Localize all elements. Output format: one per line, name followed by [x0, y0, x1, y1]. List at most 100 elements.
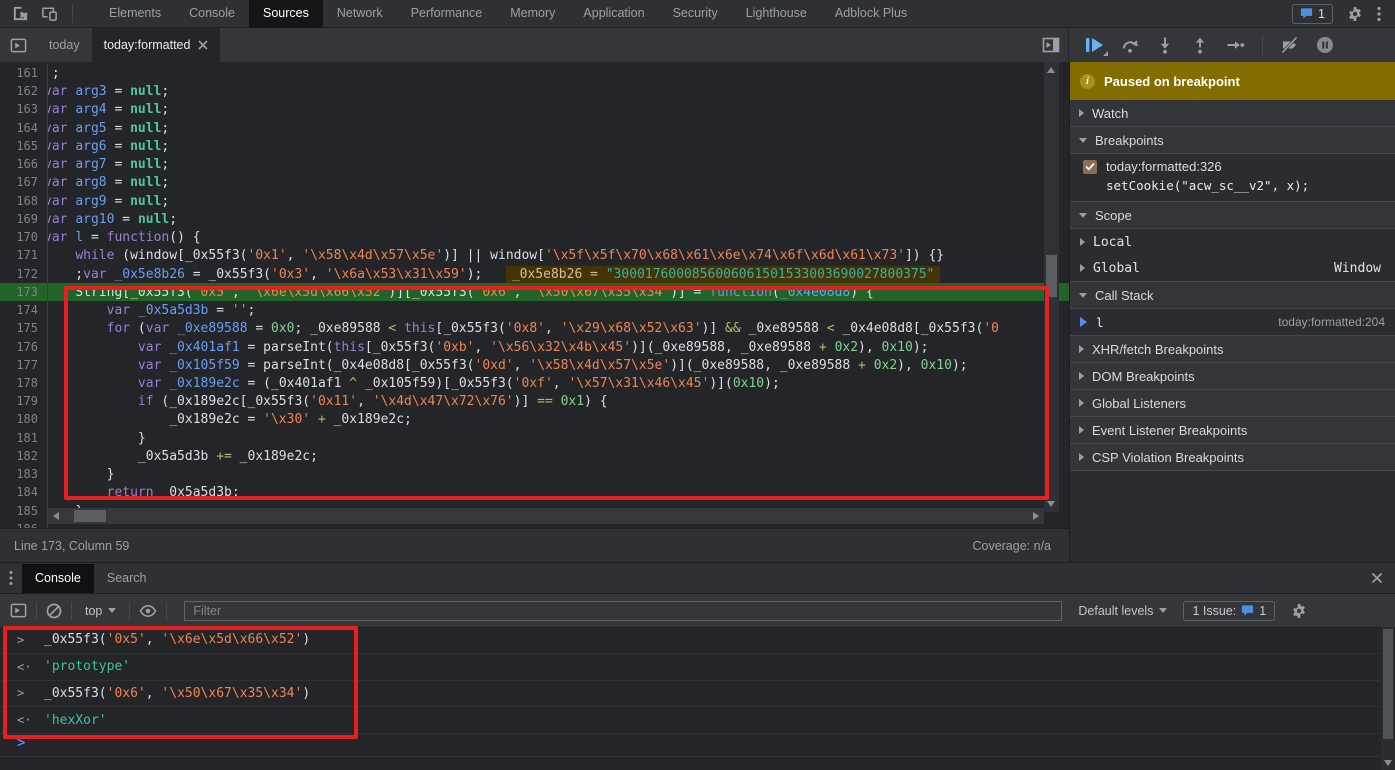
code-line[interactable]: String[_0x55f3('0x5', '\x6e\x5d\x66\x52'…: [48, 283, 1069, 301]
clear-console-icon[interactable]: [46, 603, 62, 619]
console-settings-gear-icon[interactable]: [1291, 603, 1307, 619]
line-number[interactable]: 173: [0, 283, 48, 301]
line-number[interactable]: 179: [0, 392, 48, 410]
sidebar-section-csp-violation-breakpoints[interactable]: CSP Violation Breakpoints: [1070, 444, 1395, 471]
code-line[interactable]: var arg3 = null;: [48, 82, 1069, 100]
code-line[interactable]: var _0x105f59 = parseInt(_0x4e08d8[_0x55…: [48, 356, 1069, 374]
code-line[interactable]: var arg9 = null;: [48, 192, 1069, 210]
sidebar-section-breakpoints[interactable]: Breakpoints: [1070, 127, 1395, 154]
log-levels-selector[interactable]: Default levels: [1078, 604, 1167, 618]
scope-item-global[interactable]: GlobalWindow: [1070, 255, 1395, 281]
line-number[interactable]: 186: [0, 520, 48, 528]
settings-gear-icon[interactable]: [1347, 6, 1363, 22]
step-into-button[interactable]: [1156, 36, 1174, 54]
console-filter-input[interactable]: [184, 601, 1062, 621]
code-line[interactable]: var l = function() {: [48, 228, 1069, 246]
line-number[interactable]: 161: [0, 64, 48, 82]
scrollbar-thumb[interactable]: [74, 510, 106, 522]
step-button[interactable]: [1226, 36, 1245, 54]
close-drawer-icon[interactable]: [1371, 572, 1383, 584]
scroll-left-arrow[interactable]: [53, 512, 59, 520]
console-scrollbar[interactable]: [1381, 627, 1395, 770]
line-number[interactable]: 166: [0, 155, 48, 173]
code-line[interactable]: }: [48, 465, 1069, 483]
scrollbar-thumb[interactable]: [1046, 255, 1057, 297]
editor-vertical-scrollbar[interactable]: [1044, 62, 1059, 512]
scroll-up-arrow[interactable]: [1047, 67, 1055, 73]
line-number[interactable]: 178: [0, 374, 48, 392]
line-number[interactable]: 172: [0, 265, 48, 283]
tab-lighthouse[interactable]: Lighthouse: [732, 0, 821, 28]
line-number[interactable]: 167: [0, 173, 48, 191]
issues-chip[interactable]: 1 Issue: 1: [1183, 601, 1275, 621]
sidebar-section-global-listeners[interactable]: Global Listeners: [1070, 390, 1395, 417]
line-number[interactable]: 162: [0, 82, 48, 100]
live-expression-eye-icon[interactable]: [139, 604, 157, 618]
breakpoint-entry[interactable]: today:formatted:326 setCookie("acw_sc__v…: [1070, 154, 1395, 202]
sidebar-section-watch[interactable]: Watch: [1070, 100, 1395, 127]
code-line[interactable]: }: [48, 429, 1069, 447]
call-stack-frame[interactable]: ltoday:formatted:204: [1070, 309, 1395, 336]
code-line[interactable]: var _0x401af1 = parseInt(this[_0x55f3('0…: [48, 338, 1069, 356]
console-prompt[interactable]: >: [0, 730, 1380, 757]
code-line[interactable]: var arg4 = null;: [48, 100, 1069, 118]
tab-memory[interactable]: Memory: [496, 0, 569, 28]
inspect-element-icon[interactable]: [12, 5, 29, 22]
code-line[interactable]: if (_0x189e2c[_0x55f3('0x11', '\x4d\x47\…: [48, 392, 1069, 410]
code-line[interactable]: ;: [48, 64, 1069, 82]
sidebar-section-dom-breakpoints[interactable]: DOM Breakpoints: [1070, 363, 1395, 390]
line-number[interactable]: 177: [0, 356, 48, 374]
line-number[interactable]: 175: [0, 319, 48, 337]
tab-console[interactable]: Console: [175, 0, 249, 28]
line-number[interactable]: 174: [0, 301, 48, 319]
console-sidebar-toggle-icon[interactable]: [10, 602, 27, 619]
code-line[interactable]: var arg10 = null;: [48, 210, 1069, 228]
scroll-down-arrow[interactable]: [1384, 760, 1392, 766]
tab-network[interactable]: Network: [323, 0, 397, 28]
line-number[interactable]: 184: [0, 483, 48, 501]
issues-counter[interactable]: 1: [1292, 4, 1333, 24]
line-number[interactable]: 168: [0, 192, 48, 210]
file-tab-today-formatted[interactable]: today:formatted: [92, 28, 221, 62]
deactivate-breakpoints-button[interactable]: [1280, 36, 1299, 54]
code-line[interactable]: var arg6 = null;: [48, 137, 1069, 155]
tab-elements[interactable]: Elements: [95, 0, 175, 28]
code-line[interactable]: var arg5 = null;: [48, 119, 1069, 137]
sidebar-section-xhr-fetch-breakpoints[interactable]: XHR/fetch Breakpoints: [1070, 336, 1395, 363]
drawer-tab-search[interactable]: Search: [94, 564, 160, 593]
scrollbar-thumb[interactable]: [1383, 629, 1393, 739]
pause-on-exceptions-button[interactable]: [1316, 36, 1334, 54]
code-line[interactable]: _0x189e2c = '\x30' + _0x189e2c;: [48, 410, 1069, 428]
line-number[interactable]: 170: [0, 228, 48, 246]
context-selector[interactable]: top: [81, 604, 120, 618]
code-line[interactable]: while (window[_0x55f3('0x1', '\x58\x4d\x…: [48, 246, 1069, 264]
tab-performance[interactable]: Performance: [397, 0, 497, 28]
code-line[interactable]: return _0x5a5d3b;: [48, 483, 1069, 501]
step-over-button[interactable]: [1121, 36, 1139, 54]
scroll-right-arrow[interactable]: [1033, 512, 1039, 520]
file-tab-today[interactable]: today: [37, 28, 92, 62]
tab-application[interactable]: Application: [569, 0, 658, 28]
code-line[interactable]: for (var _0xe89588 = 0x0; _0xe89588 < th…: [48, 319, 1069, 337]
line-number[interactable]: 182: [0, 447, 48, 465]
line-number[interactable]: 181: [0, 429, 48, 447]
line-number[interactable]: 185: [0, 502, 48, 520]
line-number[interactable]: 176: [0, 338, 48, 356]
code-line[interactable]: var arg8 = null;: [48, 173, 1069, 191]
line-number[interactable]: 183: [0, 465, 48, 483]
more-options-kebab-icon[interactable]: [1377, 6, 1381, 22]
code-line[interactable]: _0x5a5d3b += _0x189e2c;: [48, 447, 1069, 465]
step-out-button[interactable]: [1191, 36, 1209, 54]
close-tab-icon[interactable]: [198, 40, 208, 50]
resume-script-button[interactable]: [1085, 36, 1104, 54]
drawer-tab-console[interactable]: Console: [22, 564, 94, 593]
line-number[interactable]: 164: [0, 119, 48, 137]
sidebar-section-event-listener-breakpoints[interactable]: Event Listener Breakpoints: [1070, 417, 1395, 444]
code-line[interactable]: var _0x189e2c = (_0x401af1 ^ _0x105f59)[…: [48, 374, 1069, 392]
line-number[interactable]: 165: [0, 137, 48, 155]
line-number[interactable]: 163: [0, 100, 48, 118]
drawer-kebab-icon[interactable]: [0, 570, 22, 586]
show-debugger-panel-icon[interactable]: [1042, 36, 1060, 54]
line-number[interactable]: 171: [0, 246, 48, 264]
breakpoint-checkbox[interactable]: [1083, 160, 1097, 174]
